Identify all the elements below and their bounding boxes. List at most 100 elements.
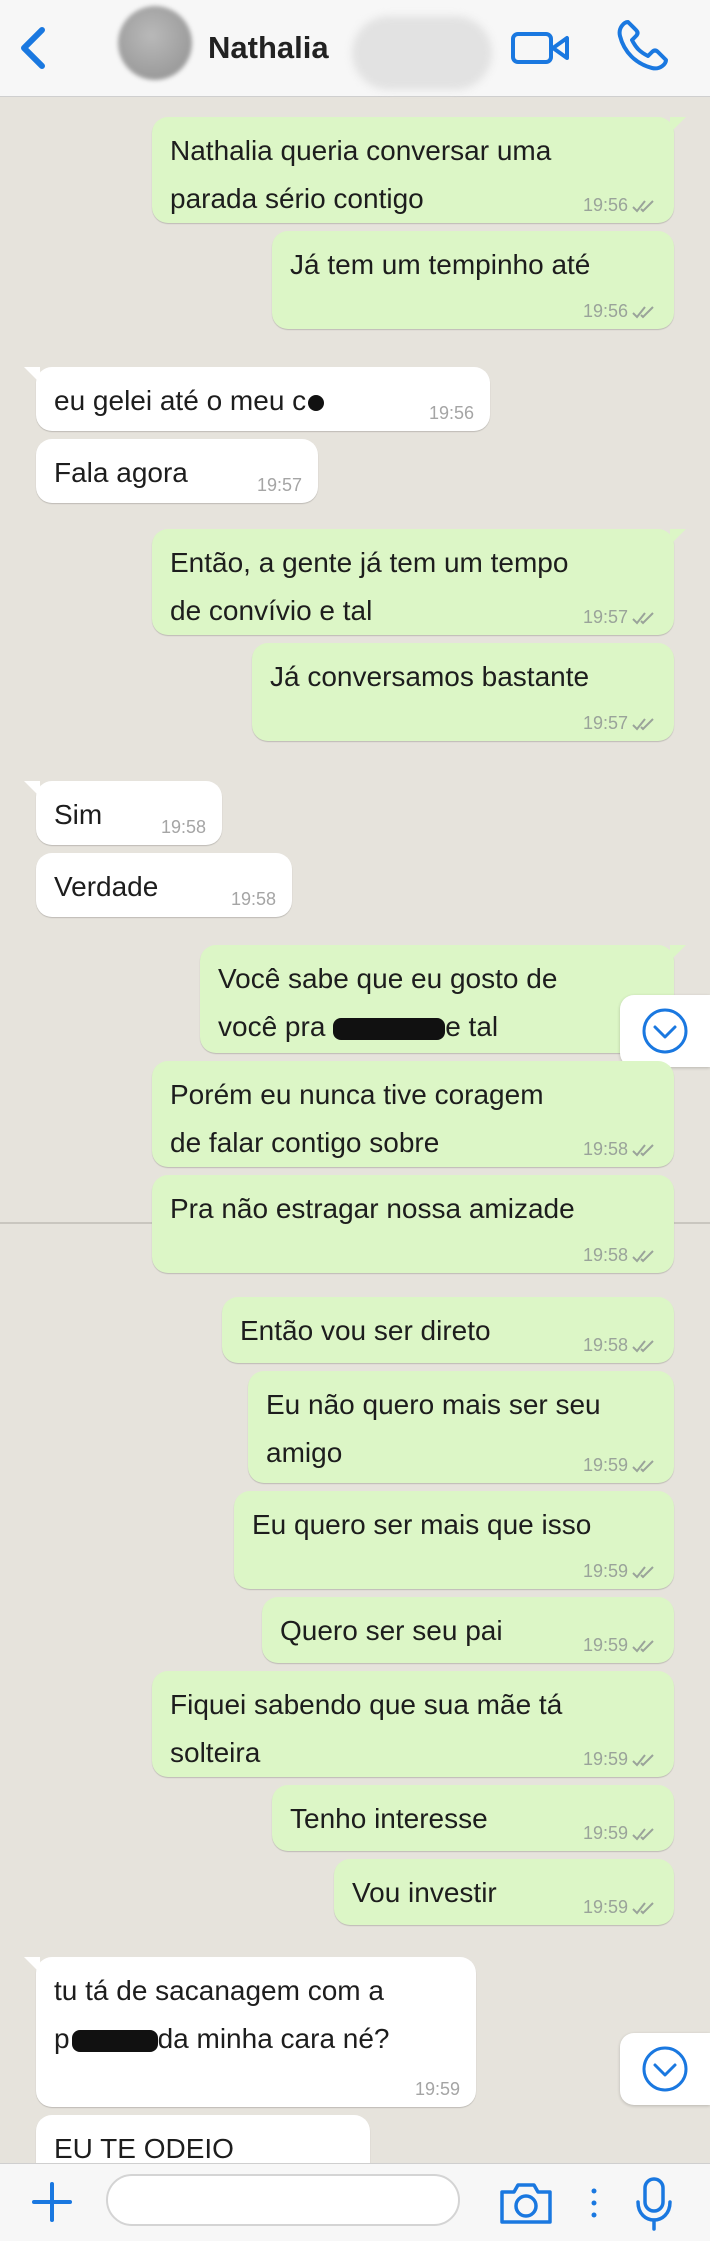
message-time: 19:59 — [582, 1823, 628, 1843]
chat-header: Nathalia — [0, 0, 710, 97]
message-outgoing[interactable]: Já tem um tempinho até 19:56 — [272, 231, 674, 329]
message-time: 19:57 — [256, 475, 302, 495]
contact-avatar[interactable] — [118, 6, 192, 80]
chevron-down-icon — [642, 1008, 688, 1054]
message-outgoing[interactable]: Você sabe que eu gosto de você pra e tal… — [200, 945, 686, 1053]
message-meta: 19:59 — [583, 1635, 658, 1655]
message-meta: 19:56 — [583, 301, 658, 321]
message-text-line: tu tá de sacanagem com a — [54, 1975, 384, 2006]
message-time: 19:59 — [582, 1455, 628, 1475]
double-check-icon — [632, 200, 654, 213]
message-meta: 19:59 — [583, 1749, 658, 1769]
microphone-icon[interactable] — [634, 2176, 674, 2232]
double-check-icon — [632, 1250, 654, 1263]
message-time: 19:59 — [582, 1561, 628, 1581]
message-meta: 19:59 — [583, 1823, 658, 1843]
message-time: 19:58 — [230, 889, 276, 909]
message-incoming[interactable]: Sim 19:58 — [24, 781, 222, 845]
message-meta: 19:57 — [583, 713, 658, 733]
redaction-mark — [308, 394, 325, 411]
camera-icon[interactable] — [498, 2180, 554, 2226]
message-time: 19:59 — [414, 2079, 460, 2099]
message-text-line: Já conversamos bastante — [270, 661, 590, 692]
message-text-line: EU TE ODEIO — [54, 2133, 234, 2163]
message-meta: 19:58 — [583, 1245, 658, 1265]
message-time: 19:58 — [582, 1245, 628, 1265]
scroll-down-button[interactable] — [620, 2033, 710, 2105]
double-check-icon — [632, 1828, 654, 1841]
message-meta: 19:56 — [429, 403, 474, 423]
message-incoming[interactable]: eu gelei até o meu c 19:56 — [24, 367, 490, 431]
message-time: 19:56 — [582, 301, 628, 321]
double-check-icon — [632, 306, 654, 319]
message-meta: 19:57 — [257, 475, 302, 495]
message-text-line: Eu não quero mais ser seu — [266, 1389, 601, 1420]
message-incoming[interactable]: Verdade 19:58 — [36, 853, 292, 917]
message-meta: 19:59 — [583, 1455, 658, 1475]
plus-icon[interactable] — [30, 2180, 74, 2224]
contact-name[interactable]: Nathalia — [208, 30, 329, 66]
chat-area[interactable]: Nathalia queria conversar uma parada sér… — [0, 97, 710, 2163]
message-outgoing[interactable]: Quero ser seu pai 19:59 — [262, 1597, 674, 1663]
video-call-icon[interactable] — [510, 28, 570, 68]
message-time: 19:57 — [582, 713, 628, 733]
double-check-icon — [632, 1754, 654, 1767]
message-outgoing[interactable]: Vou investir 19:59 — [334, 1859, 674, 1925]
message-meta: 19:57 — [583, 607, 658, 627]
chevron-down-icon — [642, 2046, 688, 2092]
message-text-line: Já tem um tempinho até — [290, 249, 591, 280]
double-check-icon — [632, 1144, 654, 1157]
double-check-icon — [632, 718, 654, 731]
scroll-down-button[interactable] — [620, 995, 710, 1067]
message-text-line: Pra não estragar nossa amizade — [170, 1193, 575, 1224]
composer-bar — [0, 2163, 710, 2241]
message-outgoing[interactable]: Eu quero ser mais que isso 19:59 — [234, 1491, 674, 1589]
double-check-icon — [632, 1640, 654, 1653]
message-meta: 19:58 — [231, 889, 276, 909]
message-meta: 19:59 — [583, 1897, 658, 1917]
double-check-icon — [632, 1566, 654, 1579]
message-time: 19:56 — [428, 403, 474, 423]
message-incoming[interactable]: EU TE ODEIO — [36, 2115, 370, 2163]
message-meta: 19:58 — [583, 1335, 658, 1355]
message-outgoing[interactable]: Eu não quero mais ser seu amigo 19:59 — [248, 1371, 674, 1483]
message-text-line: Porém eu nunca tive coragem — [170, 1079, 544, 1110]
message-text-line: eu gelei até o meu c — [54, 377, 472, 425]
blurred-region — [352, 16, 492, 90]
message-outgoing[interactable]: Nathalia queria conversar uma parada sér… — [152, 117, 686, 223]
message-time: 19:56 — [582, 195, 628, 215]
message-meta: 19:59 — [415, 2079, 460, 2099]
divider-dots-icon — [591, 2188, 597, 2218]
message-text-line: você pra e tal — [218, 1011, 499, 1042]
redaction-mark — [333, 1017, 446, 1040]
message-outgoing[interactable]: Porém eu nunca tive coragem de falar con… — [152, 1061, 674, 1167]
message-outgoing[interactable]: Tenho interesse 19:59 — [272, 1785, 674, 1851]
message-time: 19:57 — [582, 607, 628, 627]
message-outgoing[interactable]: Então vou ser direto 19:58 — [222, 1297, 674, 1363]
message-incoming[interactable]: Fala agora 19:57 — [36, 439, 318, 503]
message-text-line: Então, a gente já tem um tempo — [170, 547, 569, 578]
message-time: 19:58 — [582, 1139, 628, 1159]
redaction-mark — [71, 2029, 158, 2052]
phone-icon[interactable] — [614, 18, 670, 74]
message-text-line: Você sabe que eu gosto de — [218, 963, 558, 994]
message-meta: 19:59 — [583, 1561, 658, 1581]
message-text-line: p da minha cara né? — [54, 2023, 390, 2054]
message-time: 19:59 — [582, 1897, 628, 1917]
double-check-icon — [632, 1460, 654, 1473]
message-outgoing[interactable]: Pra não estragar nossa amizade 19:58 — [152, 1175, 674, 1273]
message-time: 19:59 — [582, 1635, 628, 1655]
double-check-icon — [632, 1902, 654, 1915]
message-meta: 19:56 — [583, 195, 658, 215]
message-outgoing[interactable]: Já conversamos bastante 19:57 — [252, 643, 674, 741]
message-text-line: Eu quero ser mais que isso — [252, 1509, 592, 1540]
message-meta: 19:58 — [583, 1139, 658, 1159]
back-chevron-icon[interactable] — [14, 24, 54, 72]
message-input[interactable] — [106, 2174, 460, 2226]
message-time: 19:59 — [582, 1749, 628, 1769]
message-outgoing[interactable]: Fiquei sabendo que sua mãe tá solteira 1… — [152, 1671, 674, 1777]
message-outgoing[interactable]: Então, a gente já tem um tempo de convív… — [152, 529, 686, 635]
message-incoming[interactable]: tu tá de sacanagem com a p da minha cara … — [24, 1957, 476, 2107]
double-check-icon — [632, 1340, 654, 1353]
message-time: 19:58 — [160, 817, 206, 837]
